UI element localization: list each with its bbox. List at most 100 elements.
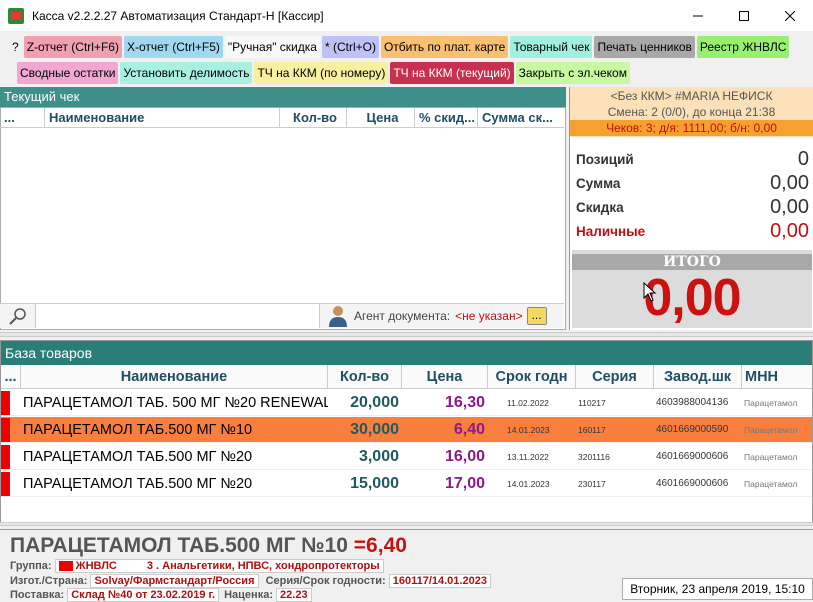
table-row[interactable]: ПАРАЦЕТАМОЛ ТАБ.500 МГ №10 30,000 6,40 14.0… — [1, 417, 812, 443]
goods-col-price[interactable]: Цена — [402, 365, 488, 388]
goods-col-expiry[interactable]: Срок годн — [488, 365, 576, 388]
maximize-button[interactable] — [721, 0, 767, 31]
receipt-columns: ... Наименование Кол-во Цена % скид... С… — [0, 108, 564, 128]
agent-label: Агент документа: — [354, 309, 451, 323]
cell-mnn: Парацетамол — [744, 451, 798, 462]
toolbar-row1-button-3[interactable]: "Ручная" скидка — [224, 36, 320, 58]
series-value: 160117/14.01.2023 — [388, 574, 491, 588]
window-title: Касса v2.2.2.27 Автоматизация Стандарт-Н… — [32, 8, 324, 23]
product-price: =6,40 — [353, 534, 407, 557]
receipt-col-qty[interactable]: Кол-во — [280, 108, 347, 127]
toolbar-row1-button-0[interactable]: ? — [9, 36, 22, 58]
cell-name: ПАРАЦЕТАМОЛ ТАБ.500 МГ №20 — [23, 475, 253, 492]
cell-barcode: 4601669000606 — [656, 477, 729, 489]
grand-total: ИТОГО 0,00 — [572, 250, 812, 328]
group-tag: ЖНВЛС 3 . Анальгетики, НПВС, хондропротек… — [54, 559, 384, 573]
cell-barcode: 4601669000606 — [656, 450, 729, 462]
cell-price: 17,00 — [444, 474, 485, 492]
toolbar-row1-button-7[interactable]: Печать ценников — [594, 36, 695, 58]
goods-columns: ... Наименование Кол-во Цена Срок годн С… — [1, 365, 812, 389]
minimize-icon — [693, 15, 703, 16]
cell-name: ПАРАЦЕТАМОЛ ТАБ.500 МГ №20 — [23, 448, 253, 465]
receipt-col-more[interactable]: ... — [0, 108, 45, 127]
product-title: ПАРАЦЕТАМОЛ ТАБ.500 МГ №10 =6,40 — [10, 534, 407, 557]
title-bar: Касса v2.2.2.27 Автоматизация Стандарт-Н… — [0, 0, 813, 31]
receipt-col-price[interactable]: Цена — [347, 108, 415, 127]
goods-col-more[interactable]: ... — [1, 365, 21, 388]
totals-cash: Наличные 0,00 — [576, 219, 809, 242]
mouse-cursor-icon — [643, 282, 657, 302]
table-row[interactable]: ПАРАЦЕТАМОЛ ТАБ.500 МГ №20 15,000 17,00 14.… — [1, 471, 812, 497]
cell-qty: 30,000 — [350, 420, 399, 438]
agent-icon — [328, 305, 350, 327]
maker-value: Solvay/Фармстандарт/Россия — [90, 574, 259, 588]
minimize-button[interactable] — [675, 0, 721, 31]
table-row[interactable]: ПАРАЦЕТАМОЛ ТАБ.500 МГ №20 3,000 16,00 13.1… — [1, 444, 812, 470]
totals-panel: <Без ККМ> #MARIA НЕФИСК Смена: 2 (0/0), … — [569, 87, 813, 330]
splitter[interactable] — [0, 332, 813, 337]
toolbar-row2-button-3[interactable]: ТЧ на ККМ (текущий) — [390, 62, 514, 84]
maker-line: Изгот./Страна: Solvay/Фармстандарт/Росси… — [10, 574, 491, 588]
agent-value[interactable]: <не указан> — [455, 309, 523, 323]
toolbar-row1-button-4[interactable]: * (Ctrl+O) — [321, 36, 379, 58]
toolbar-row1-button-5[interactable]: Отбить по плат. карте — [380, 36, 509, 58]
row-marker — [1, 444, 21, 470]
cell-qty: 15,000 — [350, 474, 399, 492]
cell-qty: 20,000 — [350, 393, 399, 411]
date-time: Вторник, 23 апреля 2019, 15:10 — [622, 578, 813, 600]
maximize-icon — [739, 10, 749, 21]
totals-positions: Позиций 0 — [576, 147, 809, 170]
search-input[interactable] — [36, 304, 320, 328]
agent-select-button[interactable]: ... — [526, 307, 547, 325]
toolbar-row2-button-4[interactable]: Закрыть с эл.чеком — [515, 62, 630, 84]
receipt-col-name[interactable]: Наименование — [45, 108, 280, 127]
cell-price: 6,40 — [453, 420, 485, 438]
toolbar-row1-button-1[interactable]: Z-отчет (Ctrl+F6) — [23, 36, 122, 58]
toolbar-row1-button-6[interactable]: Товарный чек — [510, 36, 593, 58]
cell-name: ПАРАЦЕТАМОЛ ТАБ.500 МГ №10 — [23, 421, 253, 438]
search-icon — [8, 308, 26, 325]
close-button[interactable] — [767, 0, 813, 31]
goods-col-barcode[interactable]: Завод.шк — [654, 365, 742, 388]
toolbar-row1-button-2[interactable]: X-отчет (Ctrl+F5) — [123, 36, 223, 58]
checks-label: Чеков: 3; д/я: 1111,00; б/н: 0,00 — [570, 120, 813, 136]
grand-total-label: ИТОГО — [572, 254, 812, 270]
cell-mnn: Парацетамол — [744, 397, 798, 408]
cell-series: 160117 — [578, 424, 606, 435]
goods-col-series[interactable]: Серия — [576, 365, 654, 388]
cell-name: ПАРАЦЕТАМОЛ ТАБ. 500 МГ №20 RENEWAL — [23, 394, 328, 411]
goods-col-qty[interactable]: Кол-во — [328, 365, 402, 388]
goods-col-name[interactable]: Наименование — [21, 365, 328, 388]
search-button[interactable] — [0, 304, 36, 328]
app-icon — [8, 7, 24, 24]
receipt-col-discount[interactable]: % скид... — [415, 108, 478, 127]
toolbar-row2-button-1[interactable]: Установить делимость — [120, 62, 253, 84]
receipt-footer: Агент документа: <не указан> ... — [0, 303, 564, 328]
splitter-bottom[interactable] — [0, 522, 813, 526]
totals-discount: Скидка 0,00 — [576, 195, 809, 218]
cell-series: 3201116 — [578, 451, 610, 462]
toolbar-row-1: ? Z-отчет (Ctrl+F6) X-отчет (Ctrl+F5) "Ручн… — [9, 36, 809, 58]
cell-exp: 11.02.2022 — [507, 397, 549, 408]
receipt-panel: ... Наименование Кол-во Цена % скид... С… — [0, 87, 566, 330]
cell-series: 230117 — [578, 478, 606, 489]
toolbar: ? Z-отчет (Ctrl+F6) X-отчет (Ctrl+F5) "Ручн… — [9, 36, 809, 88]
shift-label: Смена: 2 (0/0), до конца 21:38 — [607, 105, 776, 119]
toolbar-row2-button-2[interactable]: ТЧ на ККМ (по номеру) — [254, 62, 389, 84]
receipt-col-discount-sum[interactable]: Сумма ск... — [478, 108, 562, 127]
close-icon — [785, 10, 795, 21]
goods-col-mnn[interactable]: МНН — [742, 365, 802, 388]
cell-price: 16,00 — [444, 447, 485, 465]
cell-exp: 14.01.2023 — [507, 424, 550, 435]
row-marker — [1, 471, 21, 497]
cell-mnn: Парацетамол — [744, 424, 798, 435]
toolbar-row1-button-8[interactable]: Реестр ЖНВЛС — [696, 36, 790, 58]
goods-rows: ПАРАЦЕТАМОЛ ТАБ. 500 МГ №20 RENEWAL 20,00… — [1, 390, 812, 497]
cell-series: 110217 — [578, 397, 606, 408]
table-row[interactable]: ПАРАЦЕТАМОЛ ТАБ. 500 МГ №20 RENEWAL 20,00… — [1, 390, 812, 416]
row-marker — [1, 417, 21, 443]
cell-barcode: 4601669000590 — [656, 423, 729, 435]
toolbar-row2-button-0[interactable]: Сводные остатки — [17, 62, 119, 84]
cell-exp: 14.01.2023 — [507, 478, 550, 489]
cell-mnn: Парацетамол — [744, 478, 798, 489]
